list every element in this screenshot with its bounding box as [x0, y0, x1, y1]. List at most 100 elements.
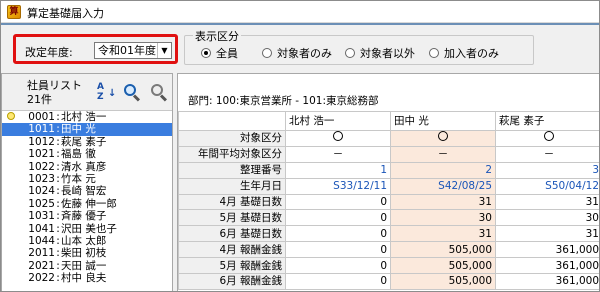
- grid-cell[interactable]: 0: [285, 209, 391, 227]
- grid-row-label: 4月 報酬金銭: [178, 241, 286, 259]
- grid-row: 5月 基礎日数 0 30 30: [178, 209, 599, 227]
- employee-code: 1021: [28, 148, 55, 161]
- employee-list-item[interactable]: 1044:山本 太郎: [2, 235, 172, 247]
- grid-cell[interactable]: 0: [285, 257, 391, 275]
- display-option-radio[interactable]: 対象者のみ: [262, 45, 332, 61]
- employee-name: 清水 真彦: [61, 160, 107, 173]
- grid-cell[interactable]: 1: [285, 161, 391, 179]
- employee-list-item[interactable]: 1023:竹本 元: [2, 173, 172, 185]
- display-section-legend: 表示区分: [193, 28, 241, 44]
- grid-cell[interactable]: 3: [495, 161, 599, 179]
- display-option-label: 対象者のみ: [277, 47, 332, 60]
- grid-cell[interactable]: 0: [285, 225, 391, 243]
- grid-cell[interactable]: 31: [390, 193, 496, 211]
- grid-cell[interactable]: [495, 130, 599, 147]
- display-option-label: 加入者のみ: [444, 47, 499, 60]
- data-grid-panel: 部門: 100:東京営業所 - 101:東京総務部 北村 浩一 田中 光萩尾 素子…: [177, 73, 599, 291]
- employee-list-item[interactable]: 2022:村中 良夫: [2, 272, 172, 284]
- grid-cell[interactable]: 2: [390, 161, 496, 179]
- employee-list-item[interactable]: 1012:萩尾 素子: [2, 136, 172, 148]
- grid-cell[interactable]: 505,000: [390, 257, 496, 275]
- grid-cell[interactable]: [390, 130, 496, 147]
- grid-cell[interactable]: 505,000: [390, 273, 496, 290]
- grid-cell[interactable]: 361,000: [495, 241, 599, 259]
- grid-column-header[interactable]: 萩尾 素子: [495, 111, 599, 131]
- radio-dot-icon[interactable]: [201, 48, 211, 58]
- display-option-radio[interactable]: 全員: [201, 45, 238, 61]
- circle-mark-icon: [333, 131, 343, 142]
- display-option-radio[interactable]: 対象者以外: [345, 45, 415, 61]
- grid-cell[interactable]: 31: [495, 193, 599, 211]
- employee-list-panel: 社員リスト 21件 A Z ↓ 0001:北村 浩一 1011:田中 光 1012:…: [1, 73, 173, 291]
- employee-list-item[interactable]: 2021:天田 誠一: [2, 260, 172, 272]
- employee-code: 1012: [28, 135, 55, 148]
- sort-az-icon[interactable]: A Z ↓: [97, 82, 116, 104]
- employee-list-item[interactable]: 1024:長崎 智宏: [2, 185, 172, 197]
- grid-cell[interactable]: －: [285, 145, 391, 163]
- employee-name: 佐藤 伸一郎: [61, 197, 117, 210]
- grid-cell[interactable]: [285, 130, 391, 147]
- grid-row-label: 生年月日: [178, 177, 286, 195]
- employee-list-header: 社員リスト 21件 A Z ↓: [2, 74, 172, 111]
- grid-cell[interactable]: 361,000: [495, 257, 599, 275]
- employee-list-item[interactable]: 1021:福島 徹: [2, 148, 172, 160]
- grid-row: 整理番号 1 2 3: [178, 161, 599, 179]
- grid-cell[interactable]: －: [390, 145, 496, 163]
- grid-row: 4月 報酬金銭 0 505,000 361,000: [178, 241, 599, 259]
- search-clear-icon[interactable]: [150, 83, 168, 102]
- employee-list-item[interactable]: 1041:沢田 美也子: [2, 223, 172, 235]
- radio-dot-icon[interactable]: [429, 48, 439, 58]
- employee-code: 1044: [28, 234, 55, 247]
- employee-list-item[interactable]: 2011:柴田 初枝: [2, 247, 172, 259]
- grid-column-header[interactable]: 北村 浩一: [285, 111, 391, 131]
- employee-code: 2021: [28, 259, 55, 272]
- employee-code: 0001: [28, 111, 55, 123]
- grid-cell[interactable]: 0: [285, 273, 391, 290]
- grid-cell[interactable]: 30: [495, 209, 599, 227]
- grid-cell[interactable]: 31: [495, 225, 599, 243]
- radio-dot-icon[interactable]: [262, 48, 272, 58]
- grid-cell[interactable]: 30: [390, 209, 496, 227]
- grid-cell[interactable]: S42/08/25: [390, 177, 496, 195]
- grid-cell[interactable]: 0: [285, 193, 391, 211]
- employee-list-item[interactable]: 0001:北村 浩一: [2, 111, 172, 123]
- chevron-down-icon[interactable]: ▼: [157, 43, 171, 58]
- data-grid: 北村 浩一 田中 光萩尾 素子 対象区分 年間平均対象区分－－－整理番号 1 2 3 生年月日…: [178, 111, 599, 290]
- employee-code: 1022: [28, 160, 55, 173]
- display-option-radio[interactable]: 加入者のみ: [429, 45, 499, 61]
- employee-name: 長崎 智宏: [61, 185, 107, 198]
- grid-cell[interactable]: S50/04/12: [495, 177, 599, 195]
- grid-corner: [178, 111, 286, 131]
- grid-cell[interactable]: 505,000: [390, 241, 496, 259]
- grid-row-label: 年間平均対象区分: [178, 145, 286, 163]
- employee-list: 0001:北村 浩一 1011:田中 光 1012:萩尾 素子 1021:福島 徹 10…: [2, 111, 172, 284]
- employee-list-item[interactable]: 1031:斉藤 優子: [2, 210, 172, 222]
- employee-list-item[interactable]: 1025:佐藤 伸一郎: [2, 198, 172, 210]
- employee-name: 村中 良夫: [61, 272, 107, 285]
- grid-column-header[interactable]: 田中 光: [390, 111, 496, 131]
- display-option-label: 全員: [216, 47, 238, 60]
- grid-row: 5月 報酬金銭 0 505,000 361,000: [178, 257, 599, 275]
- grid-cell[interactable]: －: [495, 145, 599, 163]
- grid-row: 4月 基礎日数 0 31 31: [178, 193, 599, 211]
- grid-cell[interactable]: S33/12/11: [285, 177, 391, 195]
- employee-list-item[interactable]: 1011:田中 光: [2, 123, 172, 136]
- grid-row: 6月 基礎日数 0 31 31: [178, 225, 599, 243]
- employee-name: 柴田 初枝: [61, 247, 107, 260]
- grid-row-label: 5月 基礎日数: [178, 209, 286, 227]
- search-icon[interactable]: [123, 83, 141, 102]
- employee-list-item[interactable]: 1022:清水 真彦: [2, 161, 172, 173]
- grid-cell[interactable]: 361,000: [495, 273, 599, 290]
- grid-row-label: 4月 基礎日数: [178, 193, 286, 211]
- grid-cell[interactable]: 31: [390, 225, 496, 243]
- employee-name: 萩尾 素子: [61, 135, 107, 148]
- revision-year-select[interactable]: 令和01年度 ▼: [94, 42, 172, 59]
- employee-code: 1023: [28, 172, 55, 185]
- grid-row-label: 対象区分: [178, 130, 286, 147]
- application-window: 算 算定基礎届入力 改定年度: 令和01年度 ▼ 表示区分 全員 対象者のみ 対象者…: [0, 0, 600, 292]
- grid-cell[interactable]: 0: [285, 241, 391, 259]
- grid-row-label: 整理番号: [178, 161, 286, 179]
- radio-dot-icon[interactable]: [345, 48, 355, 58]
- grid-row-label: 6月 報酬金銭: [178, 273, 286, 290]
- revision-year-value: 令和01年度: [98, 44, 156, 57]
